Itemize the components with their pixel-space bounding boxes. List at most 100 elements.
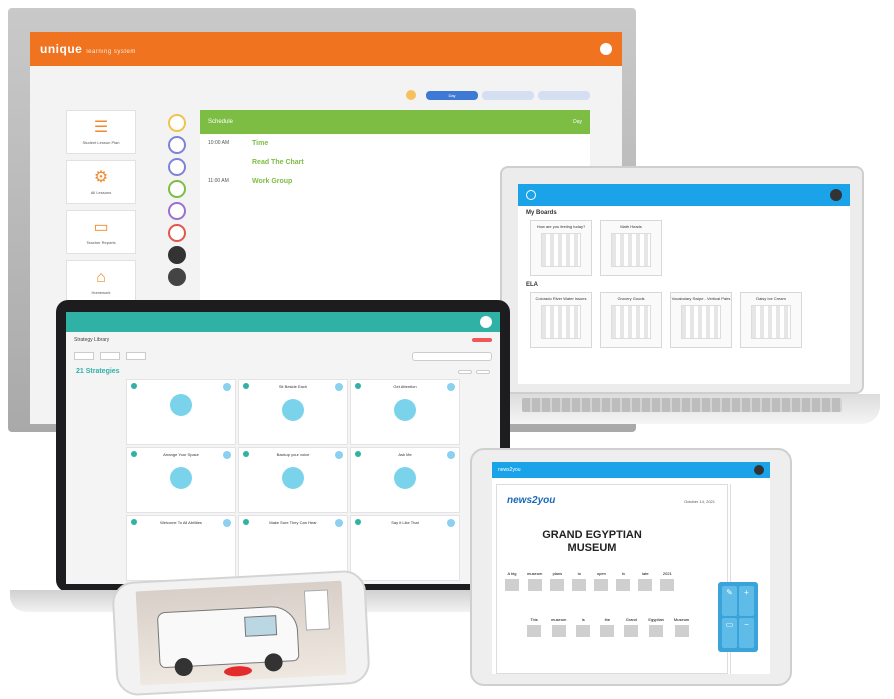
symbol-word[interactable]: Grand: [624, 617, 639, 637]
chart-icon: ▭: [93, 219, 109, 236]
avatar[interactable]: [830, 189, 842, 201]
search-input[interactable]: [412, 351, 492, 361]
phone-screen: [135, 580, 347, 686]
card-badge: [355, 383, 361, 389]
board-card[interactable]: Colorado River Water Issues: [530, 292, 592, 348]
zoom-out-icon[interactable]: −: [739, 618, 754, 648]
board-card[interactable]: Math Heads: [600, 220, 662, 276]
symbol-word[interactable]: open: [594, 571, 609, 591]
news2you-logo: news2you: [507, 495, 556, 506]
laptop-right-screen: My Boards How are you feeling today? Mat…: [518, 184, 850, 384]
symbol-word[interactable]: museum: [551, 617, 566, 637]
weather-icon: [406, 90, 416, 100]
strategy-card[interactable]: Backup your voice: [238, 447, 348, 513]
home-icon: ⌂: [96, 269, 106, 286]
gear-icon: ⚙: [93, 169, 109, 186]
tile-lesson-plan[interactable]: ☰ Student Lesson Plan: [66, 110, 136, 154]
strategy-card[interactable]: Say it Like That: [350, 515, 460, 581]
strategy-icon: [282, 467, 304, 489]
strategy-card[interactable]: [126, 379, 236, 445]
symbol-word[interactable]: A big: [505, 571, 519, 591]
board-card[interactable]: Grocery Goods: [600, 292, 662, 348]
strategy-card[interactable]: Ask Me: [350, 447, 460, 513]
symbol-word[interactable]: late: [638, 571, 653, 591]
favorite-icon[interactable]: [223, 451, 231, 459]
schedule-icon[interactable]: [168, 136, 186, 154]
card-badge: [355, 451, 361, 457]
symbol-word[interactable]: Museum: [674, 617, 689, 637]
card-badge: [131, 519, 137, 525]
filter-select[interactable]: [126, 352, 146, 360]
tab-day[interactable]: Day: [426, 90, 478, 100]
board-card[interactable]: Vocabulary Swipe - Vertical Pairs: [670, 292, 732, 348]
laptop-center-lid: Strategy Library 21 Strategies Sit Besid…: [56, 300, 510, 592]
symbol-word[interactable]: in: [616, 571, 631, 591]
symbol-word[interactable]: This: [527, 617, 541, 637]
filter-select[interactable]: [74, 352, 94, 360]
user-avatar[interactable]: [600, 43, 612, 55]
tile-reports[interactable]: ▭ Teacher Reports: [66, 210, 136, 254]
favorite-icon[interactable]: [335, 519, 343, 527]
phone: [111, 569, 371, 697]
board-thumbnail: [611, 233, 651, 267]
tab-week[interactable]: [482, 90, 534, 100]
my-boards-list: How are you feeling today? Math Heads: [518, 218, 850, 278]
unique-logo[interactable]: unique learning system: [40, 42, 136, 56]
schedule-icon[interactable]: [168, 158, 186, 176]
tile-homework[interactable]: ⌂ Homework: [66, 260, 136, 304]
subheader: Strategy Library: [66, 332, 500, 348]
schedule-icon[interactable]: [168, 224, 186, 242]
control-panel[interactable]: [303, 589, 330, 631]
favorite-icon[interactable]: [447, 451, 455, 459]
section-ela: ELA: [526, 282, 538, 288]
van-illustration: [156, 605, 300, 677]
back-icon[interactable]: [526, 190, 536, 200]
schedule-icon[interactable]: [168, 114, 186, 132]
schedule-row[interactable]: 10:00 AM Time: [200, 134, 590, 153]
favorite-icon[interactable]: [223, 383, 231, 391]
symbol-word[interactable]: plans: [550, 571, 565, 591]
favorite-icon[interactable]: [447, 383, 455, 391]
section-my-boards: My Boards: [526, 210, 557, 216]
strategy-icon: [394, 467, 416, 489]
symbol-word[interactable]: Egyptian: [648, 617, 664, 637]
checklist-icon: ☰: [93, 119, 109, 136]
favorite-icon[interactable]: [335, 383, 343, 391]
article-page: news2you October 14, 2021 GRAND EGYPTIAN…: [496, 484, 728, 674]
symbol-word[interactable]: the: [600, 617, 615, 637]
avatar[interactable]: [168, 268, 186, 286]
card-badge: [355, 519, 361, 525]
avatar[interactable]: [168, 246, 186, 264]
strategy-card[interactable]: Arrange Your Space: [126, 447, 236, 513]
strategy-card[interactable]: Get Attention: [350, 379, 460, 445]
new-strategy-button[interactable]: [472, 338, 492, 342]
avatar[interactable]: [754, 465, 764, 475]
schedule-icon[interactable]: [168, 180, 186, 198]
zoom-in-icon[interactable]: +: [739, 586, 754, 616]
tile-all-lessons[interactable]: ⚙ All Lessons: [66, 160, 136, 204]
sort-button[interactable]: [476, 369, 490, 374]
filter-select[interactable]: [100, 352, 120, 360]
favorite-icon[interactable]: [447, 519, 455, 527]
action-button[interactable]: [223, 665, 253, 677]
strategy-card[interactable]: Sit Beside Each: [238, 379, 348, 445]
board-card[interactable]: Daisy Ice Cream: [740, 292, 802, 348]
tab-month[interactable]: [538, 90, 590, 100]
pen-icon[interactable]: ✎: [722, 586, 737, 616]
view-button[interactable]: [458, 369, 472, 374]
schedule-icon[interactable]: [168, 202, 186, 220]
avatar[interactable]: [480, 316, 492, 328]
symbol-word[interactable]: 2021: [660, 571, 675, 591]
symbol-word[interactable]: is: [576, 617, 591, 637]
favorite-icon[interactable]: [335, 451, 343, 459]
card-badge: [131, 383, 137, 389]
fit-icon[interactable]: ▭: [722, 618, 737, 648]
laptop-center: Strategy Library 21 Strategies Sit Besid…: [10, 300, 556, 618]
board-card[interactable]: How are you feeling today?: [530, 220, 592, 276]
strategy-card[interactable]: Welcome To All Abilities: [126, 515, 236, 581]
symbol-word[interactable]: museum: [527, 571, 542, 591]
view-tabs: Day: [406, 90, 590, 100]
symbol-word[interactable]: to: [572, 571, 587, 591]
favorite-icon[interactable]: [223, 519, 231, 527]
article-date: October 14, 2021: [684, 499, 715, 504]
